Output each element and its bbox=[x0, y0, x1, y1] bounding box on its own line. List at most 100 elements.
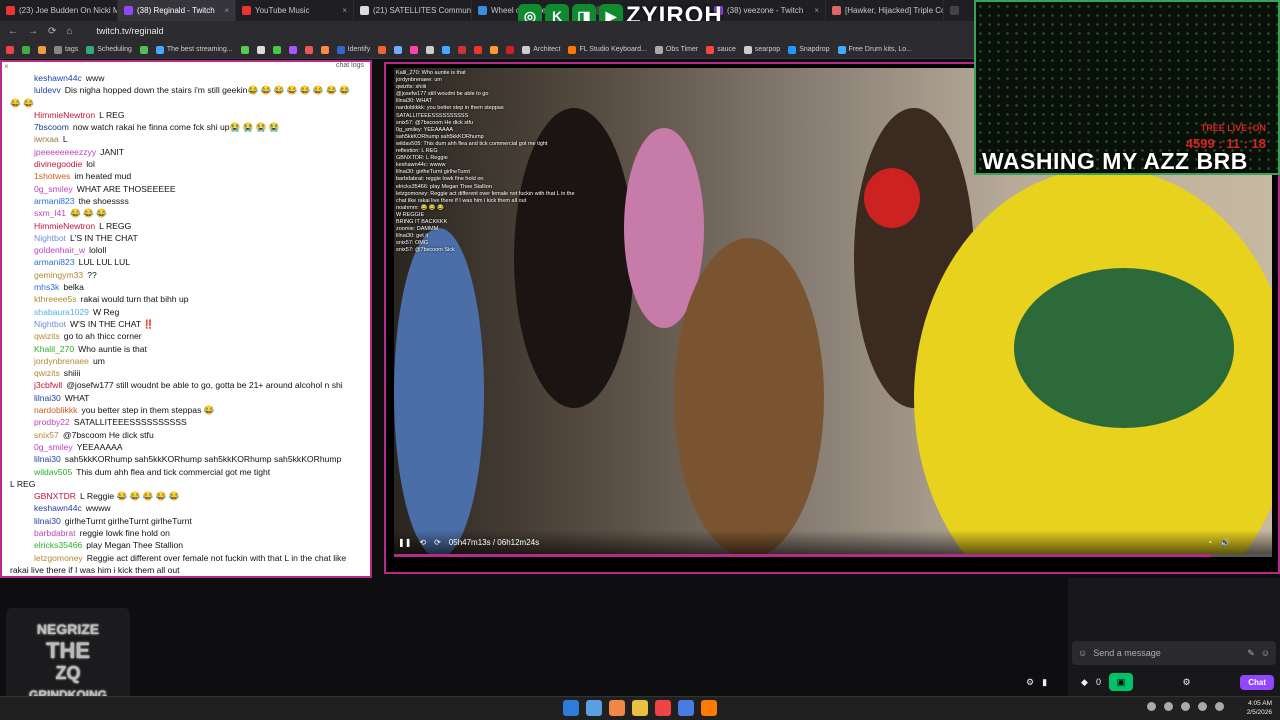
forward-icon[interactable]: → bbox=[28, 26, 38, 37]
bookmark-item[interactable] bbox=[506, 45, 515, 54]
chat-username[interactable]: 0g_smiley bbox=[34, 184, 73, 194]
bookmark-item[interactable] bbox=[320, 45, 329, 54]
chat-username[interactable]: snix57 bbox=[34, 430, 59, 440]
back-icon[interactable]: ← bbox=[8, 26, 18, 37]
chat-username[interactable]: nardoblikkk bbox=[34, 405, 77, 415]
bookmark-item[interactable] bbox=[256, 45, 265, 54]
chat-username[interactable]: barbdabrat bbox=[34, 528, 76, 538]
close-tab-icon[interactable]: × bbox=[342, 6, 347, 15]
browser-tab[interactable]: [Hawker, Hijacked] Triple Collab× bbox=[826, 0, 944, 21]
chat-username[interactable]: j3cbfwll bbox=[34, 380, 62, 390]
magic-icon[interactable]: ✎ bbox=[1247, 648, 1255, 659]
volume-icon[interactable]: 🔊 bbox=[1220, 538, 1230, 547]
layout-icon[interactable]: ▮ bbox=[1042, 677, 1047, 688]
forward-icon[interactable]: ⟳ bbox=[434, 538, 441, 547]
chat-send-button[interactable]: Chat bbox=[1240, 674, 1274, 690]
bits-button[interactable]: ▣ bbox=[1108, 673, 1133, 691]
pause-icon[interactable]: ❚❚ bbox=[398, 538, 411, 547]
tray-icon[interactable] bbox=[1164, 702, 1173, 711]
bookmark-item[interactable]: Free Drum kits, Lo... bbox=[837, 45, 912, 54]
close-icon[interactable]: × bbox=[4, 62, 9, 71]
bookmark-item[interactable]: The best streaming... bbox=[155, 45, 233, 54]
emote-picker-icon[interactable]: ☺ bbox=[1078, 648, 1087, 658]
wifi-icon[interactable] bbox=[1198, 702, 1207, 711]
bookmark-item[interactable]: Scheduling bbox=[86, 45, 132, 54]
chat-username[interactable]: 0g_smiley bbox=[34, 442, 73, 452]
chat-username[interactable]: luldevv bbox=[34, 85, 61, 95]
reload-icon[interactable]: ⟳ bbox=[48, 26, 56, 37]
chat-username[interactable]: jpeeeeeeeezzyy bbox=[34, 147, 96, 157]
chat-username[interactable]: qwizits bbox=[34, 331, 60, 341]
bookmark-item[interactable] bbox=[304, 45, 313, 54]
taskbar-app-icon[interactable] bbox=[655, 700, 671, 716]
channel-points-icon[interactable]: ◆ bbox=[1081, 677, 1088, 688]
chat-username[interactable]: gemingym33 bbox=[34, 270, 83, 280]
bookmark-item[interactable] bbox=[442, 45, 451, 54]
bookmark-item[interactable]: Obs Timer bbox=[654, 45, 698, 54]
chat-username[interactable]: qwizits bbox=[34, 368, 60, 378]
chat-username[interactable]: letzgomoney bbox=[34, 553, 83, 563]
bookmark-item[interactable] bbox=[394, 45, 403, 54]
chat-username[interactable]: elricks35466 bbox=[34, 540, 82, 550]
bookmark-item[interactable]: Snapdrop bbox=[788, 45, 830, 54]
chat-username[interactable]: armani823 bbox=[34, 257, 75, 267]
bookmark-item[interactable] bbox=[458, 45, 467, 54]
taskbar-app-icon[interactable] bbox=[563, 700, 579, 716]
bookmark-item[interactable] bbox=[272, 45, 281, 54]
chat-username[interactable]: divinegoodie bbox=[34, 159, 82, 169]
chat-username[interactable]: Khalil_270 bbox=[34, 344, 74, 354]
chat-username[interactable]: Nightbot bbox=[34, 233, 66, 243]
taskbar-app-icon[interactable] bbox=[701, 700, 717, 716]
browser-tab[interactable]: (38) Reginald - Twitch × bbox=[118, 0, 236, 21]
chat-username[interactable]: sxm_l41 bbox=[34, 208, 66, 218]
chat-username[interactable]: prodby22 bbox=[34, 417, 70, 427]
chat-username[interactable]: 7bscoom bbox=[34, 122, 69, 132]
bookmark-item[interactable]: Architect bbox=[522, 45, 560, 54]
chat-message-list[interactable]: keshawn44c www luldevv Dis nigha hopped dow… bbox=[8, 72, 364, 576]
chat-username[interactable]: lilnai30 bbox=[34, 393, 61, 403]
chat-settings-icon[interactable]: ⚙ bbox=[1183, 677, 1191, 688]
bookmark-item[interactable] bbox=[6, 45, 14, 54]
volume-icon[interactable] bbox=[1215, 702, 1224, 711]
close-tab-icon[interactable]: × bbox=[224, 6, 229, 15]
system-clock[interactable]: 4:05 AM 2/5/2026 bbox=[1247, 699, 1272, 717]
home-icon[interactable]: ⌂ bbox=[66, 26, 72, 37]
chat-username[interactable]: keshawn44c bbox=[34, 503, 82, 513]
browser-tab[interactable]: (21) SATELLITES Community / X× bbox=[354, 0, 472, 21]
taskbar-app-icon[interactable] bbox=[632, 700, 648, 716]
bookmark-item[interactable]: sauce bbox=[706, 45, 736, 54]
chat-username[interactable]: mhs3k bbox=[34, 282, 59, 292]
chat-username[interactable]: lilnai30 bbox=[34, 454, 61, 464]
bookmark-item[interactable] bbox=[410, 45, 419, 54]
rewind-icon[interactable]: ⟲ bbox=[419, 538, 426, 547]
bookmark-item[interactable] bbox=[490, 45, 499, 54]
chat-username[interactable]: iwrxaa bbox=[34, 134, 59, 144]
chat-username[interactable]: kthreeee5s bbox=[34, 294, 77, 304]
taskbar-app-icon[interactable] bbox=[678, 700, 694, 716]
send-message-input[interactable]: ☺ Send a message ✎ ☺ bbox=[1072, 641, 1276, 665]
settings-icon[interactable]: ⚙ bbox=[1026, 677, 1034, 688]
chat-username[interactable]: HimmieNewtron bbox=[34, 221, 95, 231]
bookmark-item[interactable] bbox=[22, 45, 30, 54]
chat-username[interactable]: keshawn44c bbox=[34, 73, 82, 83]
chat-username[interactable]: wildav505 bbox=[34, 467, 72, 477]
bookmark-item[interactable] bbox=[38, 45, 46, 54]
tray-icon[interactable] bbox=[1147, 702, 1156, 711]
chat-username[interactable]: goldenhair_w bbox=[34, 245, 85, 255]
bookmark-item[interactable] bbox=[139, 45, 148, 54]
taskbar-app-icon[interactable] bbox=[609, 700, 625, 716]
bookmark-item[interactable] bbox=[378, 45, 387, 54]
bookmark-item[interactable]: FL Studio Keyboard... bbox=[568, 45, 647, 54]
url-field[interactable]: twitch.tv/reginald bbox=[96, 26, 163, 36]
smiley-icon[interactable]: ☺ bbox=[1261, 648, 1270, 658]
bookmark-item[interactable] bbox=[240, 45, 249, 54]
close-tab-icon[interactable]: × bbox=[814, 6, 819, 15]
browser-tab[interactable]: YouTube Music × bbox=[236, 0, 354, 21]
chat-username[interactable]: 1shotwes bbox=[34, 171, 70, 181]
progress-bar[interactable] bbox=[394, 554, 1272, 557]
chat-username[interactable]: GBNXTDR bbox=[34, 491, 76, 501]
chat-username[interactable]: armani823 bbox=[34, 196, 75, 206]
bookmark-item[interactable] bbox=[474, 45, 483, 54]
bookmark-item[interactable]: tags bbox=[54, 45, 78, 54]
chat-username[interactable]: HimmieNewtron bbox=[34, 110, 95, 120]
